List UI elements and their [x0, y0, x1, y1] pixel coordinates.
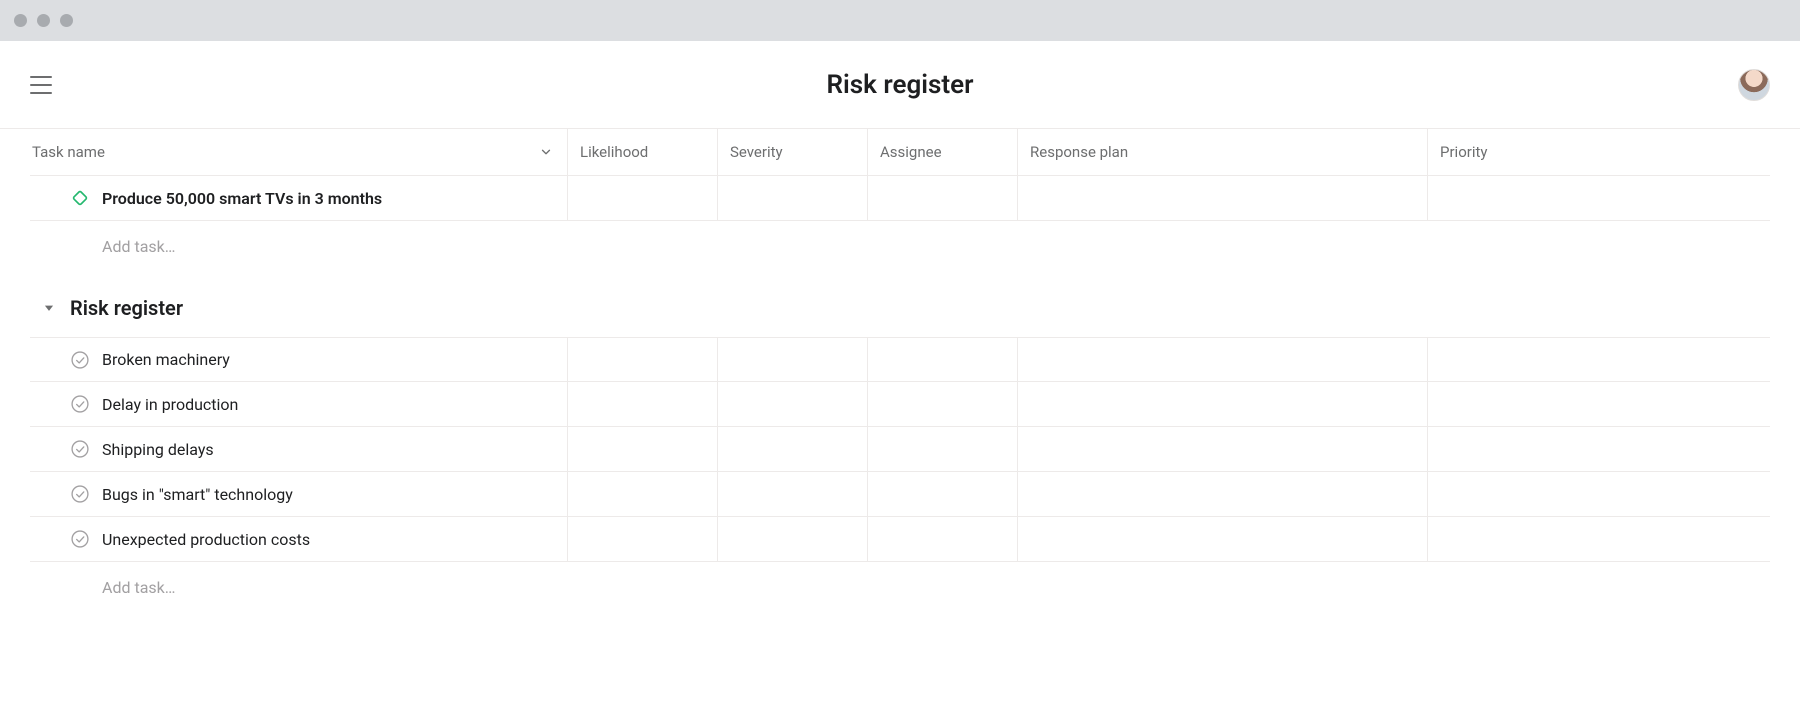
cell-likelihood[interactable]: [568, 472, 718, 516]
column-header-priority[interactable]: Priority: [1428, 129, 1770, 175]
traffic-light-close[interactable]: [14, 14, 27, 27]
column-header-task-name-label: Task name: [32, 143, 105, 161]
table-row[interactable]: Broken machinery: [30, 337, 1770, 382]
cell-response-plan[interactable]: [1018, 176, 1428, 220]
add-task-label: Add task…: [102, 237, 175, 256]
cell-likelihood[interactable]: [568, 338, 718, 381]
content-area: Task name Likelihood Severity Assignee R…: [0, 129, 1800, 720]
cell-assignee[interactable]: [868, 517, 1018, 561]
page-title: Risk register: [827, 70, 974, 100]
task-name-label: Produce 50,000 smart TVs in 3 months: [102, 189, 382, 208]
add-task-button[interactable]: Add task…: [30, 221, 1770, 271]
check-circle-icon[interactable]: [70, 350, 90, 370]
chevron-down-icon[interactable]: [539, 145, 553, 159]
task-name-label: Bugs in "smart" technology: [102, 485, 293, 504]
cell-assignee[interactable]: [868, 382, 1018, 426]
column-headers: Task name Likelihood Severity Assignee R…: [30, 129, 1770, 176]
app-window: Risk register Task name Likelihood Sever…: [0, 0, 1800, 720]
add-task-label: Add task…: [102, 578, 175, 597]
cell-response-plan[interactable]: [1018, 382, 1428, 426]
task-cell[interactable]: Unexpected production costs: [30, 517, 568, 561]
cell-severity[interactable]: [718, 176, 868, 220]
menu-icon[interactable]: [30, 76, 52, 94]
cell-likelihood[interactable]: [568, 517, 718, 561]
cell-severity[interactable]: [718, 382, 868, 426]
table-row[interactable]: Shipping delays: [30, 427, 1770, 472]
section-header[interactable]: Risk register: [30, 279, 1770, 337]
task-cell[interactable]: Produce 50,000 smart TVs in 3 months: [30, 176, 568, 220]
column-header-task-name[interactable]: Task name: [30, 129, 568, 175]
cell-severity[interactable]: [718, 472, 868, 516]
cell-assignee[interactable]: [868, 176, 1018, 220]
table-row[interactable]: Bugs in "smart" technology: [30, 472, 1770, 517]
task-name-label: Unexpected production costs: [102, 530, 310, 549]
caret-down-icon[interactable]: [42, 301, 56, 315]
traffic-light-zoom[interactable]: [60, 14, 73, 27]
cell-assignee[interactable]: [868, 472, 1018, 516]
cell-likelihood[interactable]: [568, 382, 718, 426]
traffic-light-minimize[interactable]: [37, 14, 50, 27]
task-cell[interactable]: Delay in production: [30, 382, 568, 426]
column-header-likelihood[interactable]: Likelihood: [568, 129, 718, 175]
milestone-icon: [70, 188, 90, 208]
section-title: Risk register: [70, 296, 183, 320]
cell-priority[interactable]: [1428, 472, 1770, 516]
cell-priority[interactable]: [1428, 338, 1770, 381]
table-row[interactable]: Delay in production: [30, 382, 1770, 427]
cell-response-plan[interactable]: [1018, 517, 1428, 561]
cell-response-plan[interactable]: [1018, 427, 1428, 471]
column-header-assignee[interactable]: Assignee: [868, 129, 1018, 175]
cell-likelihood[interactable]: [568, 176, 718, 220]
window-titlebar: [0, 0, 1800, 41]
cell-priority[interactable]: [1428, 427, 1770, 471]
column-header-severity[interactable]: Severity: [718, 129, 868, 175]
task-cell[interactable]: Broken machinery: [30, 338, 568, 381]
add-task-button[interactable]: Add task…: [30, 562, 1770, 612]
cell-severity[interactable]: [718, 517, 868, 561]
task-name-label: Delay in production: [102, 395, 238, 414]
cell-severity[interactable]: [718, 338, 868, 381]
cell-assignee[interactable]: [868, 427, 1018, 471]
task-cell[interactable]: Shipping delays: [30, 427, 568, 471]
cell-response-plan[interactable]: [1018, 338, 1428, 381]
cell-likelihood[interactable]: [568, 427, 718, 471]
task-name-label: Broken machinery: [102, 350, 230, 369]
cell-assignee[interactable]: [868, 338, 1018, 381]
check-circle-icon[interactable]: [70, 484, 90, 504]
cell-response-plan[interactable]: [1018, 472, 1428, 516]
user-avatar[interactable]: [1738, 69, 1770, 101]
column-header-response-plan[interactable]: Response plan: [1018, 129, 1428, 175]
table-row[interactable]: Unexpected production costs: [30, 517, 1770, 562]
task-name-label: Shipping delays: [102, 440, 214, 459]
table-row[interactable]: Produce 50,000 smart TVs in 3 months: [30, 176, 1770, 221]
page-header: Risk register: [0, 41, 1800, 129]
cell-priority[interactable]: [1428, 517, 1770, 561]
cell-severity[interactable]: [718, 427, 868, 471]
cell-priority[interactable]: [1428, 382, 1770, 426]
task-cell[interactable]: Bugs in "smart" technology: [30, 472, 568, 516]
check-circle-icon[interactable]: [70, 529, 90, 549]
check-circle-icon[interactable]: [70, 439, 90, 459]
check-circle-icon[interactable]: [70, 394, 90, 414]
cell-priority[interactable]: [1428, 176, 1770, 220]
